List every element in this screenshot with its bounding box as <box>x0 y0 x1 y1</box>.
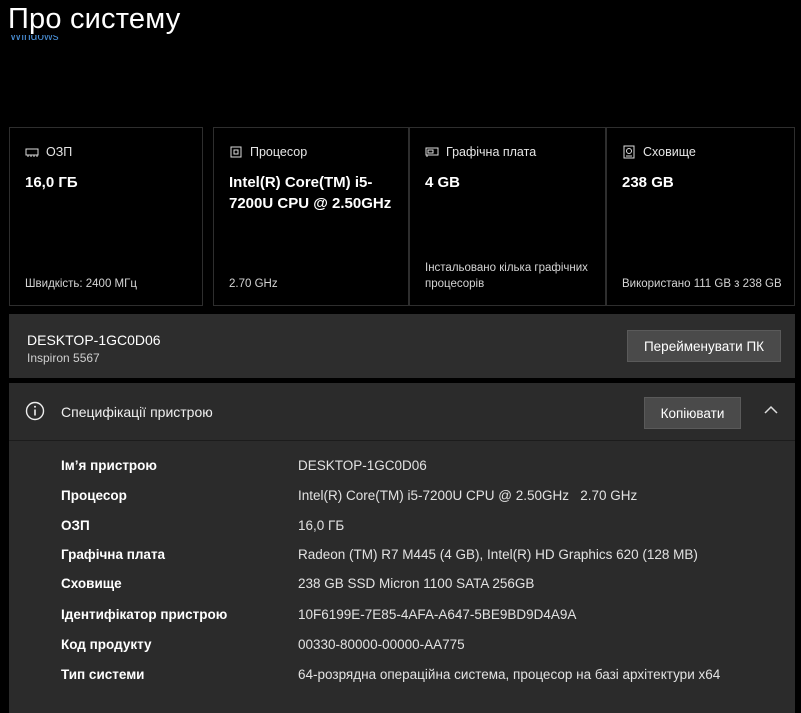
spec-value: 238 GB SSD Micron 1100 SATA 256GB <box>298 576 535 591</box>
spec-row-storage: Сховище 238 GB SSD Micron 1100 SATA 256G… <box>9 576 795 606</box>
spec-key: ОЗП <box>61 518 90 533</box>
spec-value: DESKTOP-1GC0D06 <box>298 458 427 473</box>
card-footer: Швидкість: 2400 МГц <box>25 278 137 290</box>
ram-icon <box>25 148 39 157</box>
card-value: 16,0 ГБ <box>25 174 78 191</box>
card-storage: Сховище 238 GB Використано 111 GB з 238 … <box>606 127 795 306</box>
spec-row-ram: ОЗП 16,0 ГБ <box>9 518 795 548</box>
card-value: 238 GB <box>622 174 674 191</box>
card-ram: ОЗП 16,0 ГБ Швидкість: 2400 МГц <box>9 127 203 306</box>
device-specs-title: Специфікації пристрою <box>61 404 213 420</box>
spec-key: Процесор <box>61 488 127 503</box>
card-value: 4 GB <box>425 174 461 191</box>
spec-row-device-id: Ідентифікатор пристрою 10F6199E-7E85-4AF… <box>9 607 795 637</box>
device-specs-panel: Специфікації пристрою Копіювати Ім’я при… <box>9 383 795 713</box>
pc-name-bar: DESKTOP-1GC0D06 Inspiron 5567 Перейменув… <box>9 314 795 378</box>
card-label: Сховище <box>643 145 696 159</box>
spec-row-system-type: Тип системи 64-розрядна операційна систе… <box>9 667 795 697</box>
device-specs-header[interactable]: Специфікації пристрою Копіювати <box>9 383 795 441</box>
spec-value: 00330-80000-00000-AA775 <box>298 637 465 652</box>
spec-key: Графічна плата <box>61 547 166 562</box>
cpu-icon <box>230 146 242 158</box>
spec-key: Тип системи <box>61 667 145 682</box>
spec-key: Ім’я пристрою <box>61 458 157 473</box>
spec-key: Ідентифікатор пристрою <box>61 607 228 622</box>
info-icon <box>25 401 45 421</box>
card-label: ОЗП <box>46 145 73 159</box>
spec-row-graphics: Графічна плата Radeon (TM) R7 M445 (4 GB… <box>9 547 795 577</box>
spec-value: Intel(R) Core(TM) i5-7200U CPU @ 2.50GHz… <box>298 488 638 503</box>
spec-value: 16,0 ГБ <box>298 518 345 533</box>
pc-model: Inspiron 5567 <box>27 351 100 365</box>
card-footer: Використано 111 GB з 238 GB <box>622 278 782 290</box>
card-gpu: Графічна плата 4 GB Інстальовано кілька … <box>409 127 606 306</box>
card-cpu: Процесор Intel(R) Core(TM) i5-7200U CPU … <box>213 127 409 306</box>
page-title: Про систему <box>8 3 181 35</box>
spec-value: 64-розрядна операційна система, процесор… <box>298 667 721 682</box>
spec-key: Сховище <box>61 576 122 591</box>
rename-pc-button[interactable]: Перейменувати ПК <box>627 330 781 362</box>
windows-link-partial[interactable]: Windows <box>10 35 59 45</box>
card-footer: Інстальовано кілька графічних процесорів <box>425 262 588 290</box>
pc-name: DESKTOP-1GC0D06 <box>27 332 161 348</box>
spec-value: Radeon (TM) R7 M445 (4 GB), Intel(R) HD … <box>298 547 698 562</box>
spec-row-device-name: Ім’я пристрою DESKTOP-1GC0D06 <box>9 458 795 488</box>
spec-row-processor: Процесор Intel(R) Core(TM) i5-7200U CPU … <box>9 488 795 518</box>
card-footer: 2.70 GHz <box>229 278 278 290</box>
hardware-summary-cards: ОЗП 16,0 ГБ Швидкість: 2400 МГц Процесор… <box>9 127 795 307</box>
spec-row-product-id: Код продукту 00330-80000-00000-AA775 <box>9 637 795 667</box>
card-label: Графічна плата <box>446 145 537 159</box>
card-label: Процесор <box>250 145 308 159</box>
storage-icon <box>623 145 635 159</box>
gpu-icon <box>425 147 439 157</box>
spec-key: Код продукту <box>61 637 152 652</box>
spec-value: 10F6199E-7E85-4AFA-A647-5BE9BD9D4A9A <box>298 607 577 622</box>
card-value: Intel(R) Core(TM) i5-7200U CPU @ 2.50GHz <box>229 174 392 212</box>
copy-button[interactable]: Копіювати <box>644 397 741 429</box>
chevron-up-icon[interactable] <box>763 404 779 416</box>
